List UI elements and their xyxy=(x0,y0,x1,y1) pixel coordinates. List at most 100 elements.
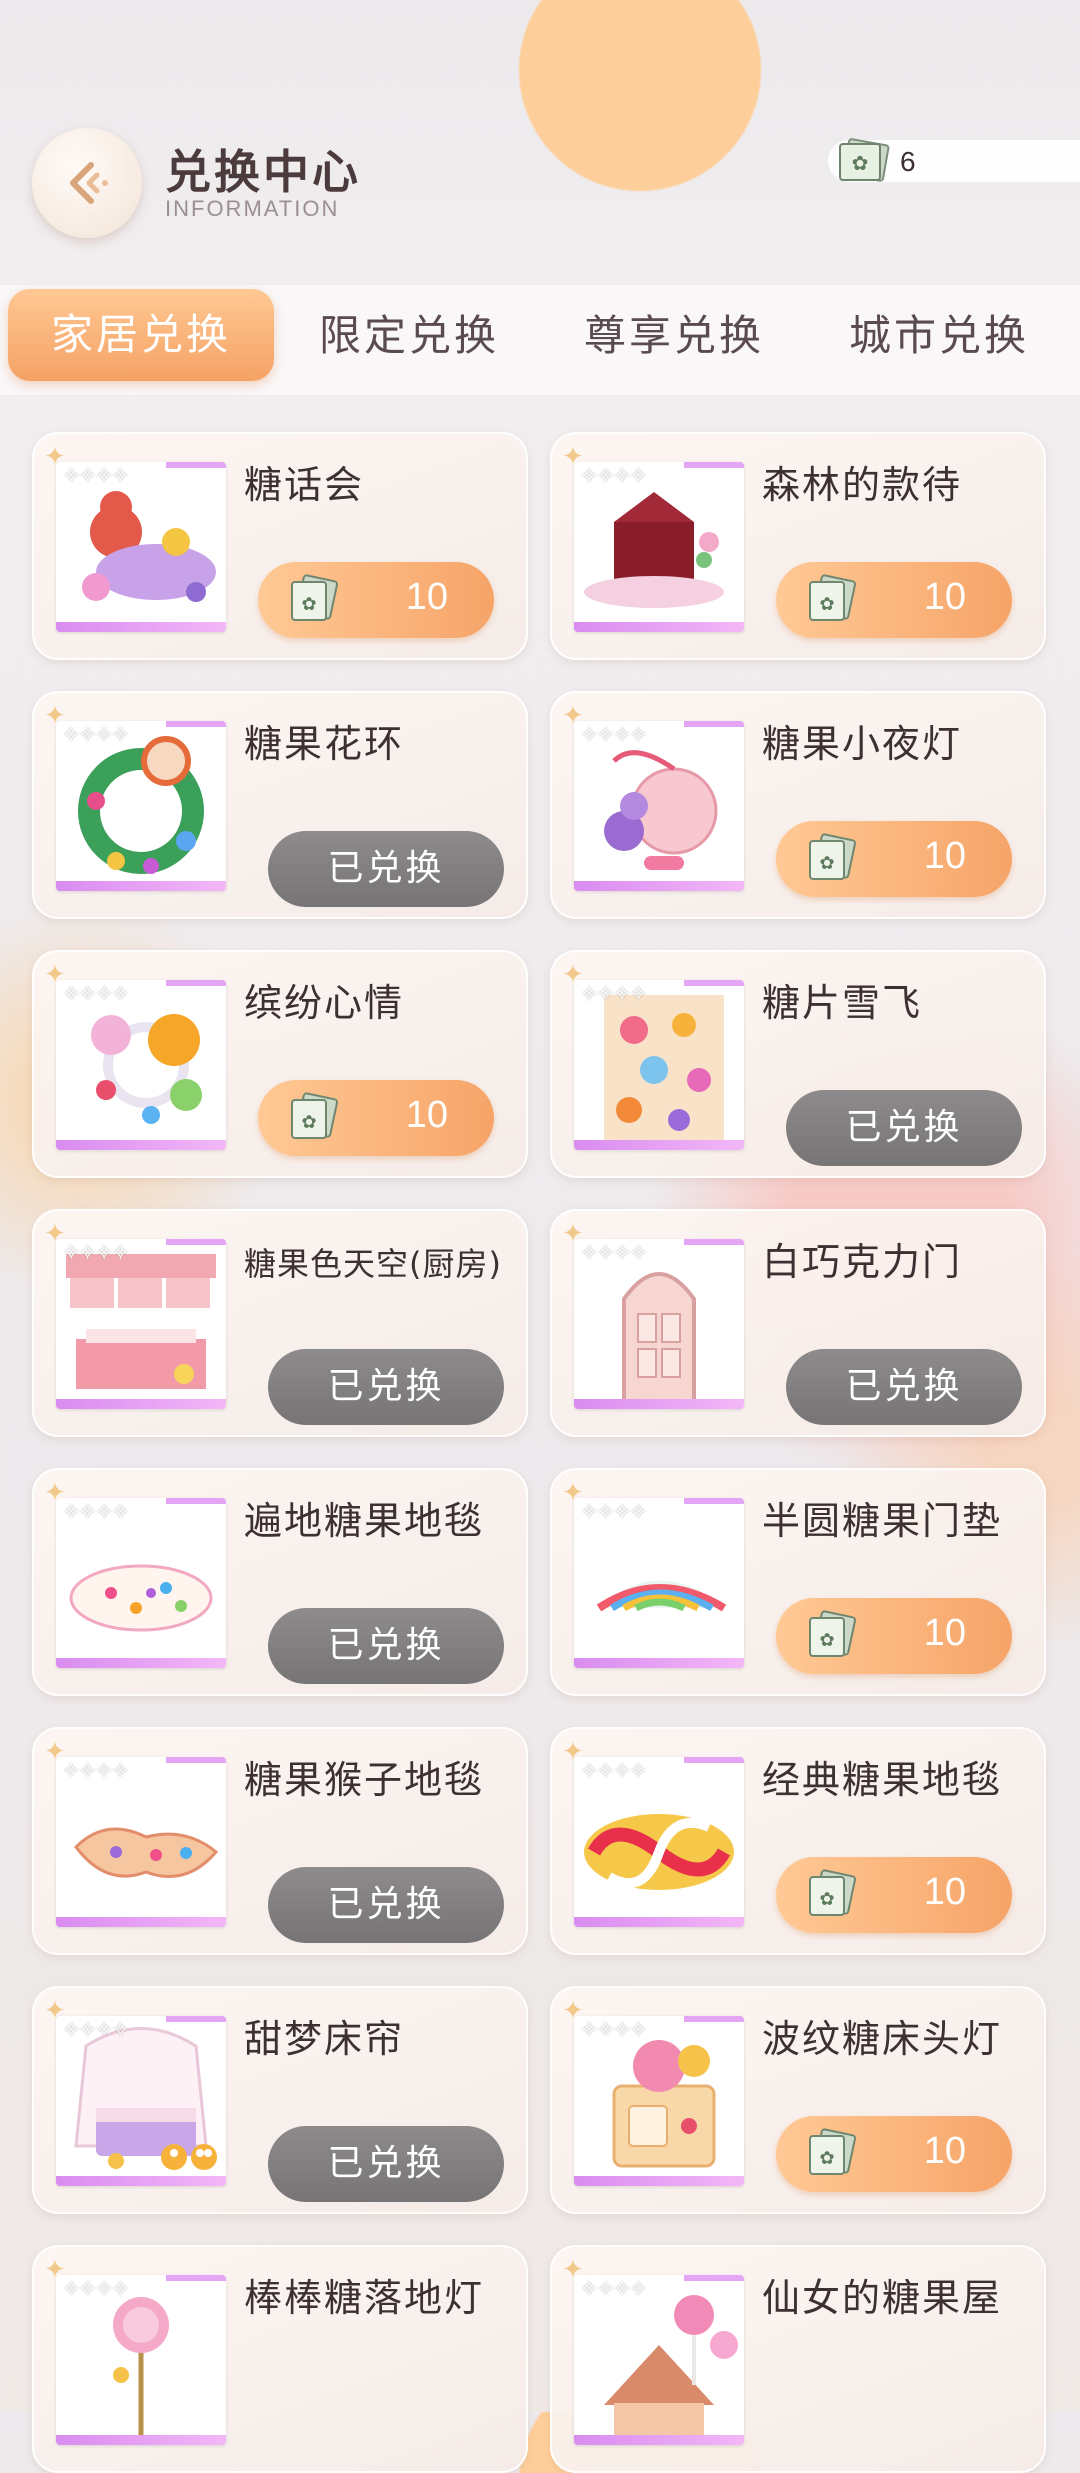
item-card[interactable]: ✦ ✧✧✧✧ 半圆糖果门垫 ✿ 10 xyxy=(550,1468,1046,1696)
item-card[interactable]: ✦ ✧✧✧✧ 糖果花环 已兑换 xyxy=(32,691,528,919)
svg-text:✿: ✿ xyxy=(819,1630,834,1651)
exchange-button[interactable]: ✿ 10 xyxy=(776,1857,1012,1933)
svg-text:✿: ✿ xyxy=(301,594,316,615)
exchange-button[interactable]: ✿ 10 xyxy=(776,2116,1012,2192)
ticket-icon: ✿ xyxy=(839,138,890,182)
rarity-bar xyxy=(574,1399,744,1409)
item-card[interactable]: ✦ ✧✧✧✧ 白巧克力门 已兑换 xyxy=(550,1209,1046,1437)
rarity-bar xyxy=(166,2275,226,2281)
redeemed-button: 已兑换 xyxy=(268,1867,504,1943)
ticket-icon: ✿ xyxy=(809,2128,857,2175)
item-name: 仙女的糖果屋 xyxy=(762,2276,1003,2320)
rarity-stars-icon: ✧✧✧✧ xyxy=(580,1759,648,1784)
item-name: 糖话会 xyxy=(244,463,365,507)
item-price: 10 xyxy=(923,576,966,618)
exchange-button[interactable]: ✿ 10 xyxy=(776,821,1012,897)
rarity-bar xyxy=(684,462,744,468)
item-price: 10 xyxy=(923,1871,966,1913)
item-name: 半圆糖果门垫 xyxy=(762,1499,1003,1543)
item-price: 10 xyxy=(923,2130,966,2172)
item-card[interactable]: ✦ ✧✧✧✧ 棒棒糖落地灯 xyxy=(32,2245,528,2473)
rarity-bar xyxy=(166,462,226,468)
header: 兑换中心 INFORMATION ✿ 6 xyxy=(0,0,1080,290)
item-price: 10 xyxy=(405,576,448,618)
rarity-stars-icon: ✧✧✧✧ xyxy=(580,1241,648,1266)
rarity-bar xyxy=(56,1917,226,1927)
tab-premium-exchange[interactable]: 尊享兑换 xyxy=(545,285,803,387)
item-card[interactable]: ✦ ✧✧✧✧ 甜梦床帘 已兑换 xyxy=(32,1986,528,2214)
item-card[interactable]: ✦ ✧✧✧✧ 缤纷心情 ✿ 10 xyxy=(32,950,528,1178)
item-name: 棒棒糖落地灯 xyxy=(244,2276,485,2320)
rarity-bar xyxy=(684,980,744,986)
item-name: 经典糖果地毯 xyxy=(762,1758,1003,1802)
item-card[interactable]: ✦ ✧✧✧✧ 森林的款待 ✿ 10 xyxy=(550,432,1046,660)
ticket-icon: ✿ xyxy=(809,1869,857,1916)
back-button[interactable] xyxy=(32,128,142,238)
item-name: 森林的款待 xyxy=(762,463,963,507)
svg-text:✿: ✿ xyxy=(819,594,834,615)
rarity-stars-icon: ✧✧✧✧ xyxy=(62,2277,130,2302)
rarity-bar xyxy=(684,721,744,727)
item-name: 糖果猴子地毯 xyxy=(244,1758,485,1802)
exchange-button[interactable]: ✿ 10 xyxy=(776,562,1012,638)
exchange-button[interactable]: ✿ 10 xyxy=(258,1080,494,1156)
item-card[interactable]: ✦ ✧✧✧✧ 经典糖果地毯 ✿ 10 xyxy=(550,1727,1046,1955)
page-title: 兑换中心 xyxy=(165,145,361,199)
item-card[interactable]: ✦ ✧✧✧✧ 糖果色天空(厨房) 已兑换 xyxy=(32,1209,528,1437)
item-card[interactable]: ✦ ✧✧✧✧ 糖果小夜灯 ✿ 10 xyxy=(550,691,1046,919)
page-subtitle: INFORMATION xyxy=(165,196,340,221)
redeemed-button: 已兑换 xyxy=(268,2126,504,2202)
rarity-stars-icon: ✧✧✧✧ xyxy=(62,1500,130,1525)
item-name: 甜梦床帘 xyxy=(244,2017,405,2061)
tab-home-exchange[interactable]: 家居兑换 xyxy=(8,289,274,381)
item-card[interactable]: ✦ ✧✧✧✧ 遍地糖果地毯 已兑换 xyxy=(32,1468,528,1696)
rarity-bar xyxy=(574,1658,744,1668)
rarity-bar xyxy=(56,1140,226,1150)
rarity-stars-icon: ✧✧✧✧ xyxy=(580,464,648,489)
rarity-bar xyxy=(56,2176,226,2186)
redeemed-button: 已兑换 xyxy=(268,1608,504,1684)
item-price: 10 xyxy=(923,1612,966,1654)
item-card[interactable]: ✦ ✧✧✧✧ 波纹糖床头灯 ✿ 10 xyxy=(550,1986,1046,2214)
svg-text:✿: ✿ xyxy=(819,2148,834,2169)
redeemed-button: 已兑换 xyxy=(786,1090,1022,1166)
rarity-bar xyxy=(684,1757,744,1763)
item-name: 糖果花环 xyxy=(244,722,405,766)
item-name: 缤纷心情 xyxy=(244,981,405,1025)
tab-city-exchange[interactable]: 城市兑换 xyxy=(810,285,1068,387)
rarity-stars-icon: ✧✧✧✧ xyxy=(62,1759,130,1784)
exchange-button[interactable]: ✿ 10 xyxy=(776,1598,1012,1674)
item-name: 白巧克力门 xyxy=(762,1240,963,1284)
rarity-bar xyxy=(166,1239,226,1245)
rarity-bar xyxy=(574,2176,744,2186)
item-price: 10 xyxy=(923,835,966,877)
rarity-stars-icon: ✧✧✧✧ xyxy=(580,1500,648,1525)
rarity-stars-icon: ✧✧✧✧ xyxy=(580,982,648,1007)
rarity-bar xyxy=(56,1399,226,1409)
svg-text:✿: ✿ xyxy=(852,151,869,175)
item-card[interactable]: ✦ ✧✧✧✧ 仙女的糖果屋 xyxy=(550,2245,1046,2473)
rarity-bar xyxy=(684,2016,744,2022)
rarity-bar xyxy=(574,881,744,891)
back-arrow-icon xyxy=(70,162,108,204)
rarity-bar xyxy=(56,2435,226,2445)
rarity-stars-icon: ✧✧✧✧ xyxy=(62,2018,130,2043)
rarity-bar xyxy=(56,1658,226,1668)
rarity-bar xyxy=(166,721,226,727)
exchange-button[interactable]: ✿ 10 xyxy=(258,562,494,638)
rarity-bar xyxy=(574,622,744,632)
item-price: 10 xyxy=(405,1094,448,1136)
tab-limited-exchange[interactable]: 限定兑换 xyxy=(280,285,538,387)
item-card[interactable]: ✦ ✧✧✧✧ 糖话会 ✿ 10 xyxy=(32,432,528,660)
item-name: 波纹糖床头灯 xyxy=(762,2017,1003,2061)
item-card[interactable]: ✦ ✧✧✧✧ 糖果猴子地毯 已兑换 xyxy=(32,1727,528,1955)
rarity-bar xyxy=(166,2016,226,2022)
rarity-stars-icon: ✧✧✧✧ xyxy=(62,982,130,1007)
rarity-bar xyxy=(56,622,226,632)
item-card[interactable]: ✦ ✧✧✧✧ 糖片雪飞 已兑换 xyxy=(550,950,1046,1178)
rarity-bar xyxy=(166,1498,226,1504)
rarity-bar xyxy=(574,2435,744,2445)
item-name: 糖果小夜灯 xyxy=(762,722,963,766)
rarity-bar xyxy=(574,1917,744,1927)
redeemed-button: 已兑换 xyxy=(268,1349,504,1425)
